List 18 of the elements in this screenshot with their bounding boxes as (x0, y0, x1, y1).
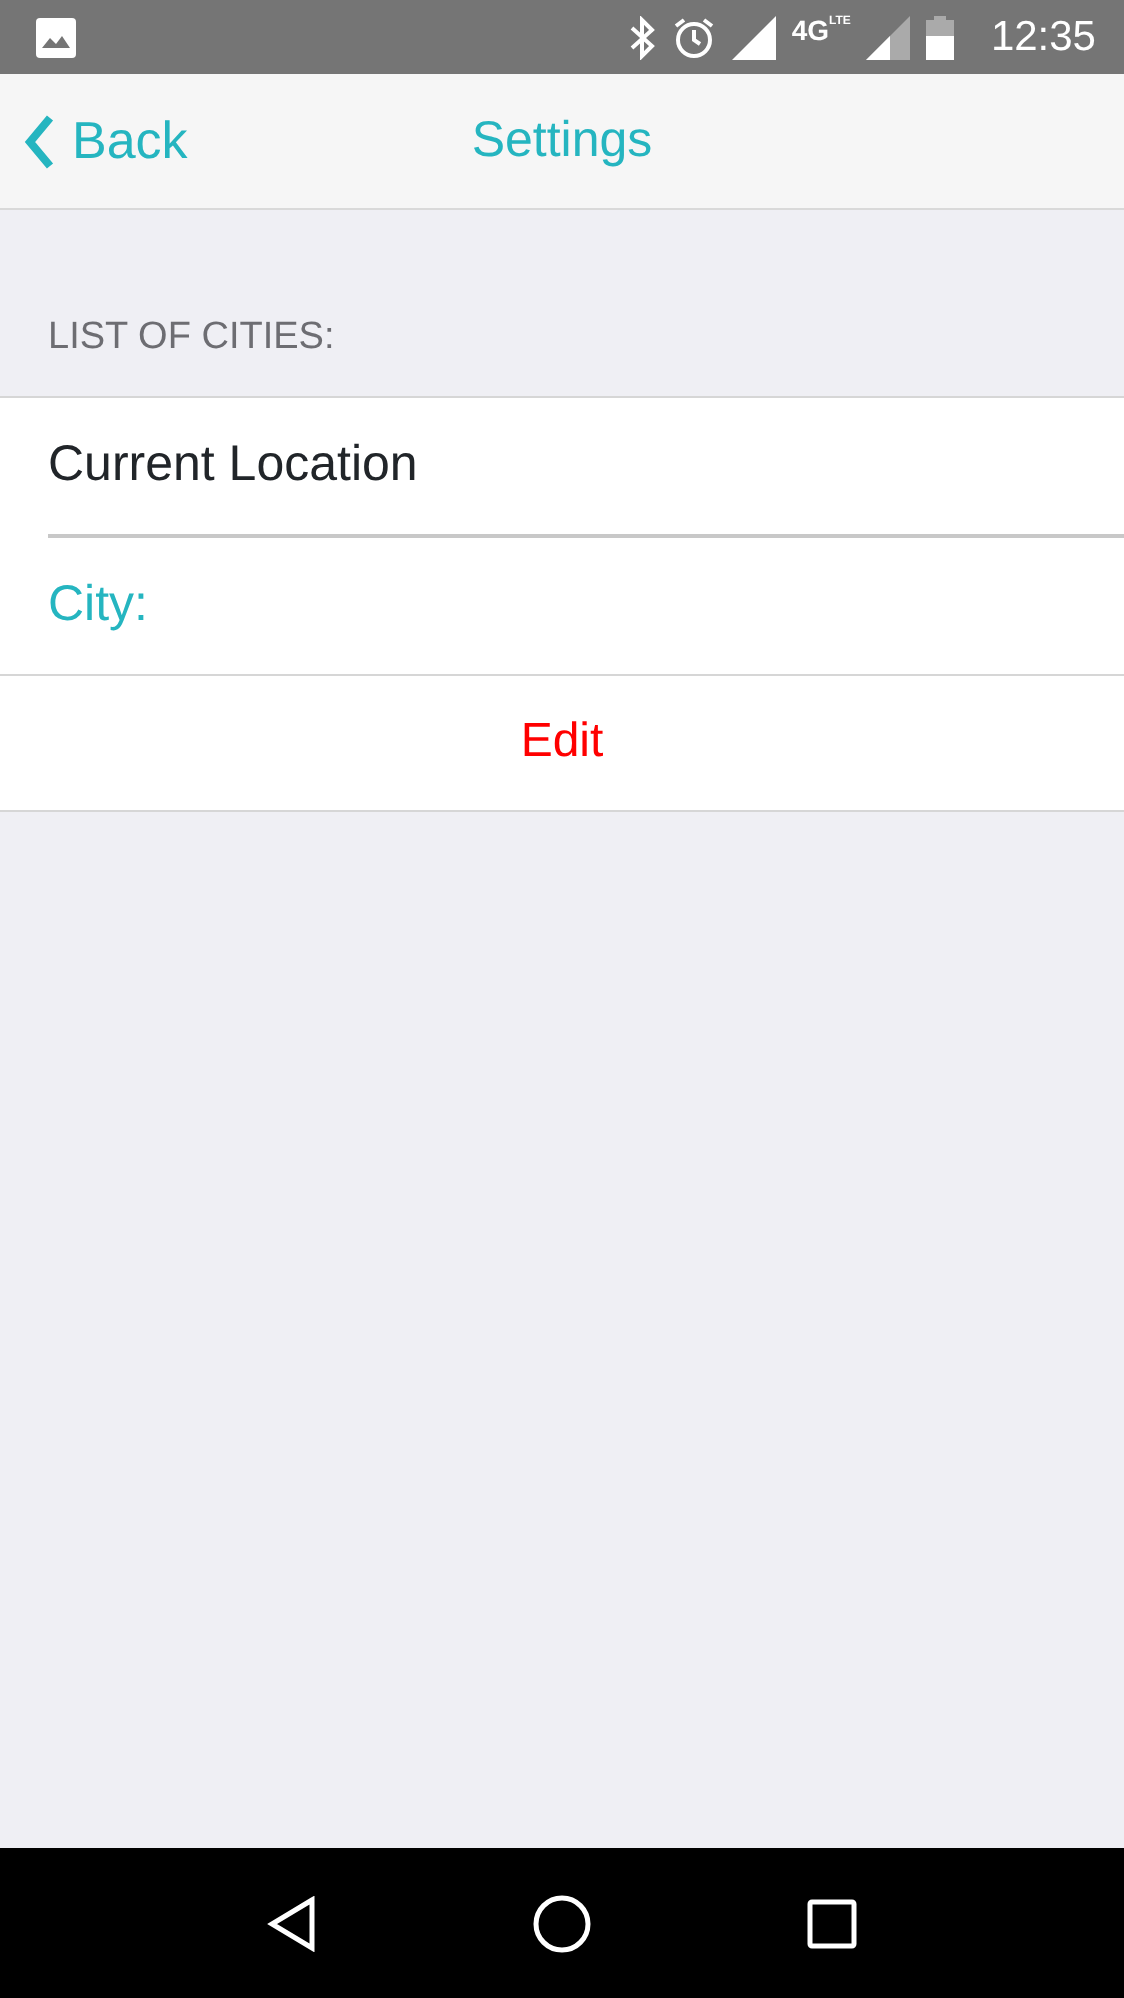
section-label: LIST OF CITIES: (48, 316, 335, 358)
signal-icon (866, 15, 911, 59)
page-title: Settings (471, 109, 653, 172)
city-field-label: City: (48, 573, 148, 636)
image-icon (36, 17, 76, 57)
bluetooth-icon (627, 15, 656, 59)
edit-button[interactable]: Edit (520, 706, 604, 778)
back-button[interactable]: Back (0, 102, 188, 180)
battery-icon (926, 15, 955, 59)
city-item[interactable]: Current Location (48, 427, 418, 503)
network-label: 4G (791, 15, 830, 43)
home-nav-icon[interactable] (531, 1893, 592, 1953)
clock-time: 12:35 (990, 11, 1096, 64)
back-nav-icon[interactable] (266, 1895, 319, 1951)
recents-nav-icon[interactable] (805, 1897, 858, 1949)
signal-icon (731, 15, 776, 59)
chevron-left-icon (24, 113, 56, 169)
alarm-icon (671, 15, 716, 59)
